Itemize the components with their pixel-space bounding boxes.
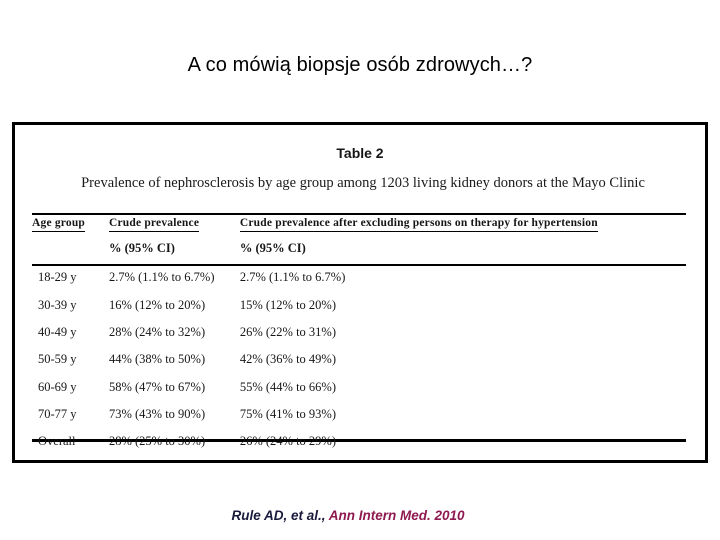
cell-crude-prevalence: 44% (38% to 50%) (108, 352, 206, 367)
cell-crude-prevalence-excluded: 75% (41% to 93%) (239, 407, 337, 422)
column-header-crude-prevalence-excluded: Crude prevalence after excluding persons… (239, 211, 686, 264)
cell-age-group: Overall (38, 434, 76, 449)
column-header-crude-prevalence-excluded-label: Crude prevalence after excluding persons… (239, 211, 598, 232)
table-caption: Prevalence of nephrosclerosis by age gro… (81, 175, 645, 191)
cell-crude-prevalence-excluded: 26% (24% to 29%) (239, 434, 337, 449)
table-row: 30-39 y 16% (12% to 20%) 15% (12% to 20%) (32, 291, 686, 318)
cell-age-group: 70-77 y (38, 407, 77, 422)
cell-age-group: 30-39 y (38, 297, 77, 312)
cell-crude-prevalence-excluded: 55% (44% to 66%) (239, 379, 337, 394)
cell-age-group: 40-49 y (38, 324, 77, 339)
table-row: Overall 28% (25% to 30%) 26% (24% to 29%) (32, 428, 686, 455)
column-header-age-group-label: Age group (32, 211, 86, 232)
table-row: 70-77 y 73% (43% to 90%) 75% (41% to 93%) (32, 401, 686, 428)
table-row: 60-69 y 58% (47% to 67%) 55% (44% to 66%) (32, 374, 686, 401)
table-body: 18-29 y 2.7% (1.1% to 6.7%) 2.7% (1.1% to … (32, 264, 686, 456)
cell-age-group: 18-29 y (38, 270, 77, 285)
cell-crude-prevalence: 16% (12% to 20%) (108, 297, 206, 312)
column-header-crude-prevalence: Crude prevalence % (95% CI) (108, 211, 240, 264)
column-subheader-crude-prevalence-excluded-ci: % (95% CI) (239, 241, 306, 255)
table-row: 18-29 y 2.7% (1.1% to 6.7%) 2.7% (1.1% to … (32, 264, 686, 291)
cell-age-group: 50-59 y (38, 352, 77, 367)
table-label: Table 2 (336, 145, 384, 161)
table-row: 50-59 y 44% (38% to 50%) 42% (36% to 49%) (32, 346, 686, 373)
cell-crude-prevalence: 28% (24% to 32%) (108, 324, 206, 339)
prevalence-table: Age group Crude prevalence % (95% CI) Cr… (32, 211, 686, 456)
citation-journal: Ann Intern Med. 2010 (328, 508, 465, 523)
column-header-age-group: Age group (32, 211, 109, 264)
page-title: A co mówią biopsje osób zdrowych…? (187, 54, 533, 76)
table-figure-frame: Table 2 Prevalence of nephrosclerosis by… (12, 122, 708, 463)
cell-crude-prevalence-excluded: 2.7% (1.1% to 6.7%) (239, 270, 346, 285)
table-row: 40-49 y 28% (24% to 32%) 26% (22% to 31%) (32, 319, 686, 346)
citation-authors: Rule AD, et al., (231, 508, 329, 523)
cell-crude-prevalence: 73% (43% to 90%) (108, 407, 206, 422)
table-header-row: Age group Crude prevalence % (95% CI) Cr… (32, 211, 686, 264)
column-header-crude-prevalence-label: Crude prevalence (108, 211, 200, 232)
column-subheader-crude-prevalence-ci: % (95% CI) (108, 241, 175, 255)
table-figure-inner: Table 2 Prevalence of nephrosclerosis by… (15, 125, 705, 460)
citation: Rule AD, et al., Ann Intern Med. 2010 (0, 508, 720, 523)
table-head: Age group Crude prevalence % (95% CI) Cr… (32, 211, 686, 264)
cell-crude-prevalence-excluded: 15% (12% to 20%) (239, 297, 337, 312)
cell-crude-prevalence: 58% (47% to 67%) (108, 379, 206, 394)
cell-crude-prevalence-excluded: 42% (36% to 49%) (239, 352, 337, 367)
cell-age-group: 60-69 y (38, 379, 77, 394)
cell-crude-prevalence-excluded: 26% (22% to 31%) (239, 324, 337, 339)
cell-crude-prevalence: 2.7% (1.1% to 6.7%) (108, 270, 215, 285)
cell-crude-prevalence: 28% (25% to 30%) (108, 434, 206, 449)
